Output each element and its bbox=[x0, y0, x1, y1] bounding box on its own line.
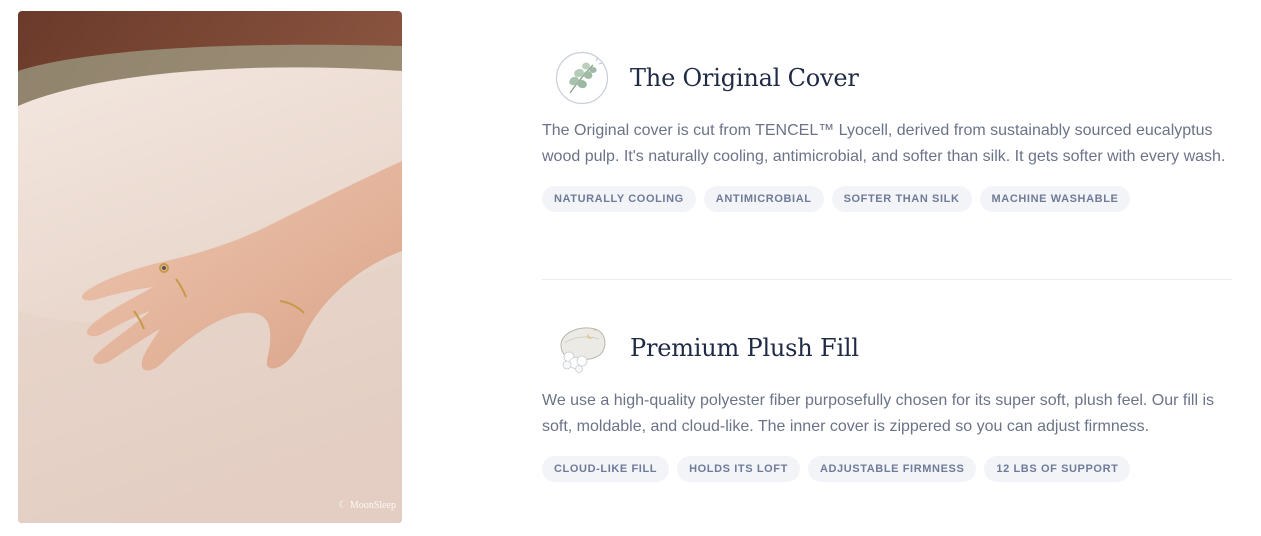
feature-description: The Original cover is cut from TENCEL™ L… bbox=[542, 122, 1226, 165]
tag-antimicrobial: Antimicrobial bbox=[703, 186, 824, 212]
product-photo: ☾ MoonSleep bbox=[18, 11, 402, 523]
feature-description: We use a high-quality polyester fiber pu… bbox=[542, 392, 1215, 435]
section-divider bbox=[542, 279, 1232, 280]
tag-machine-washable: Machine Washable bbox=[979, 186, 1131, 212]
tag-softer-than-silk: Softer Than Silk bbox=[831, 186, 972, 212]
tag-holds-its-loft: Holds Its Loft bbox=[677, 456, 800, 482]
feature-tags: Naturally Cooling Antimicrobial Softer T… bbox=[542, 186, 1232, 212]
eucalyptus-icon bbox=[554, 50, 610, 106]
feature-premium-plush-fill: Premium Plush Fill We use a high-quality… bbox=[542, 320, 1232, 482]
tag-adjustable-firmness: Adjustable Firmness bbox=[807, 456, 977, 482]
feature-title: Premium Plush Fill bbox=[630, 334, 859, 362]
feature-tags: Cloud-Like Fill Holds Its Loft Adjustabl… bbox=[542, 456, 1232, 482]
pillow-fill-icon bbox=[554, 320, 610, 376]
pillow-hand-image bbox=[18, 11, 402, 523]
feature-header: Premium Plush Fill bbox=[542, 320, 1232, 376]
brand-watermark: ☾ MoonSleep bbox=[338, 500, 396, 511]
tag-12-lbs-of-support: 12 LBS of Support bbox=[984, 456, 1131, 482]
feature-header: The Original Cover bbox=[542, 50, 1232, 106]
feature-original-cover: The Original Cover The Original cover is… bbox=[542, 50, 1232, 212]
tag-naturally-cooling: Naturally Cooling bbox=[542, 186, 696, 212]
feature-title: The Original Cover bbox=[630, 64, 859, 92]
tag-cloud-like-fill: Cloud-Like Fill bbox=[542, 456, 670, 482]
